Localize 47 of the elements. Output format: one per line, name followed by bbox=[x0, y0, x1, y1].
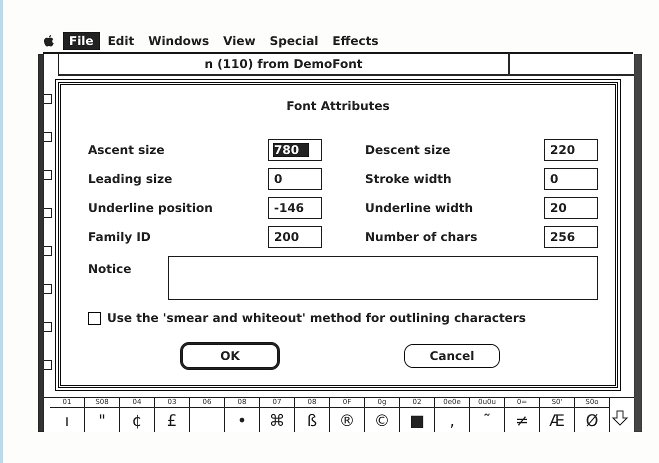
notice-field[interactable] bbox=[168, 256, 598, 300]
field-label: Underline width bbox=[365, 201, 474, 215]
field-label: Notice bbox=[88, 261, 132, 278]
input-field[interactable]: -146 bbox=[268, 197, 322, 219]
glyph-cell[interactable]: Æ bbox=[540, 408, 574, 432]
input-field[interactable]: 780 bbox=[268, 139, 322, 161]
checkbox[interactable] bbox=[88, 312, 101, 324]
input-field[interactable]: 20 bbox=[544, 197, 598, 219]
field-label: Leading size bbox=[88, 172, 174, 186]
input-field[interactable]: 0 bbox=[268, 168, 322, 190]
glyph-cell[interactable]: ≠ bbox=[505, 408, 539, 432]
glyph-cell[interactable]: £ bbox=[155, 408, 189, 432]
menu-item[interactable]: Windows bbox=[142, 32, 216, 50]
field-label: Ascent size bbox=[88, 143, 166, 157]
field-label: Number of chars bbox=[365, 230, 478, 244]
glyph-cell[interactable]: ı bbox=[50, 408, 84, 432]
field-label: Descent size bbox=[365, 143, 452, 157]
menu-item[interactable]: Effects bbox=[326, 32, 384, 50]
field-label: Family ID bbox=[88, 230, 152, 244]
field-label: Stroke width bbox=[365, 172, 453, 186]
menu-item[interactable]: Edit bbox=[102, 32, 140, 50]
menu-item[interactable]: File bbox=[63, 32, 100, 50]
glyph-cell[interactable]: ‚ bbox=[435, 408, 469, 432]
dialog-button[interactable]: Cancel bbox=[404, 344, 500, 368]
menu-item[interactable]: View bbox=[217, 32, 262, 50]
menu-item[interactable]: Special bbox=[264, 32, 324, 50]
input-field[interactable]: 0 bbox=[544, 168, 598, 190]
glyph-cell[interactable]: • bbox=[225, 408, 259, 432]
glyph-cell[interactable]: " bbox=[85, 408, 119, 432]
glyph-cell[interactable]: ˜ bbox=[470, 408, 504, 432]
glyph-cell[interactable]: © bbox=[365, 408, 399, 432]
dialog-title: Font Attributes bbox=[285, 99, 391, 113]
window-title: n (110) from DemoFont bbox=[58, 54, 510, 74]
input-field[interactable]: 200 bbox=[268, 226, 322, 248]
default-button[interactable]: OK bbox=[180, 342, 280, 370]
checkbox-label: Use the 'smear and whiteout' method for outlining characters bbox=[107, 311, 526, 325]
glyph-cell[interactable]: Ø bbox=[575, 408, 609, 432]
scroll-down-arrow-icon[interactable] bbox=[612, 410, 628, 426]
glyph-cell[interactable]: ß bbox=[295, 408, 329, 432]
glyph-cell[interactable]: ¢ bbox=[120, 408, 154, 432]
input-field[interactable]: 256 bbox=[544, 226, 598, 248]
glyph-cell[interactable]: ® bbox=[330, 408, 364, 432]
field-label: Underline position bbox=[88, 201, 214, 215]
glyph-cell[interactable]: ■ bbox=[400, 408, 434, 432]
glyph-cell[interactable]: ⌘ bbox=[260, 408, 294, 432]
apple-icon[interactable] bbox=[43, 34, 55, 48]
input-field[interactable]: 220 bbox=[544, 139, 598, 161]
